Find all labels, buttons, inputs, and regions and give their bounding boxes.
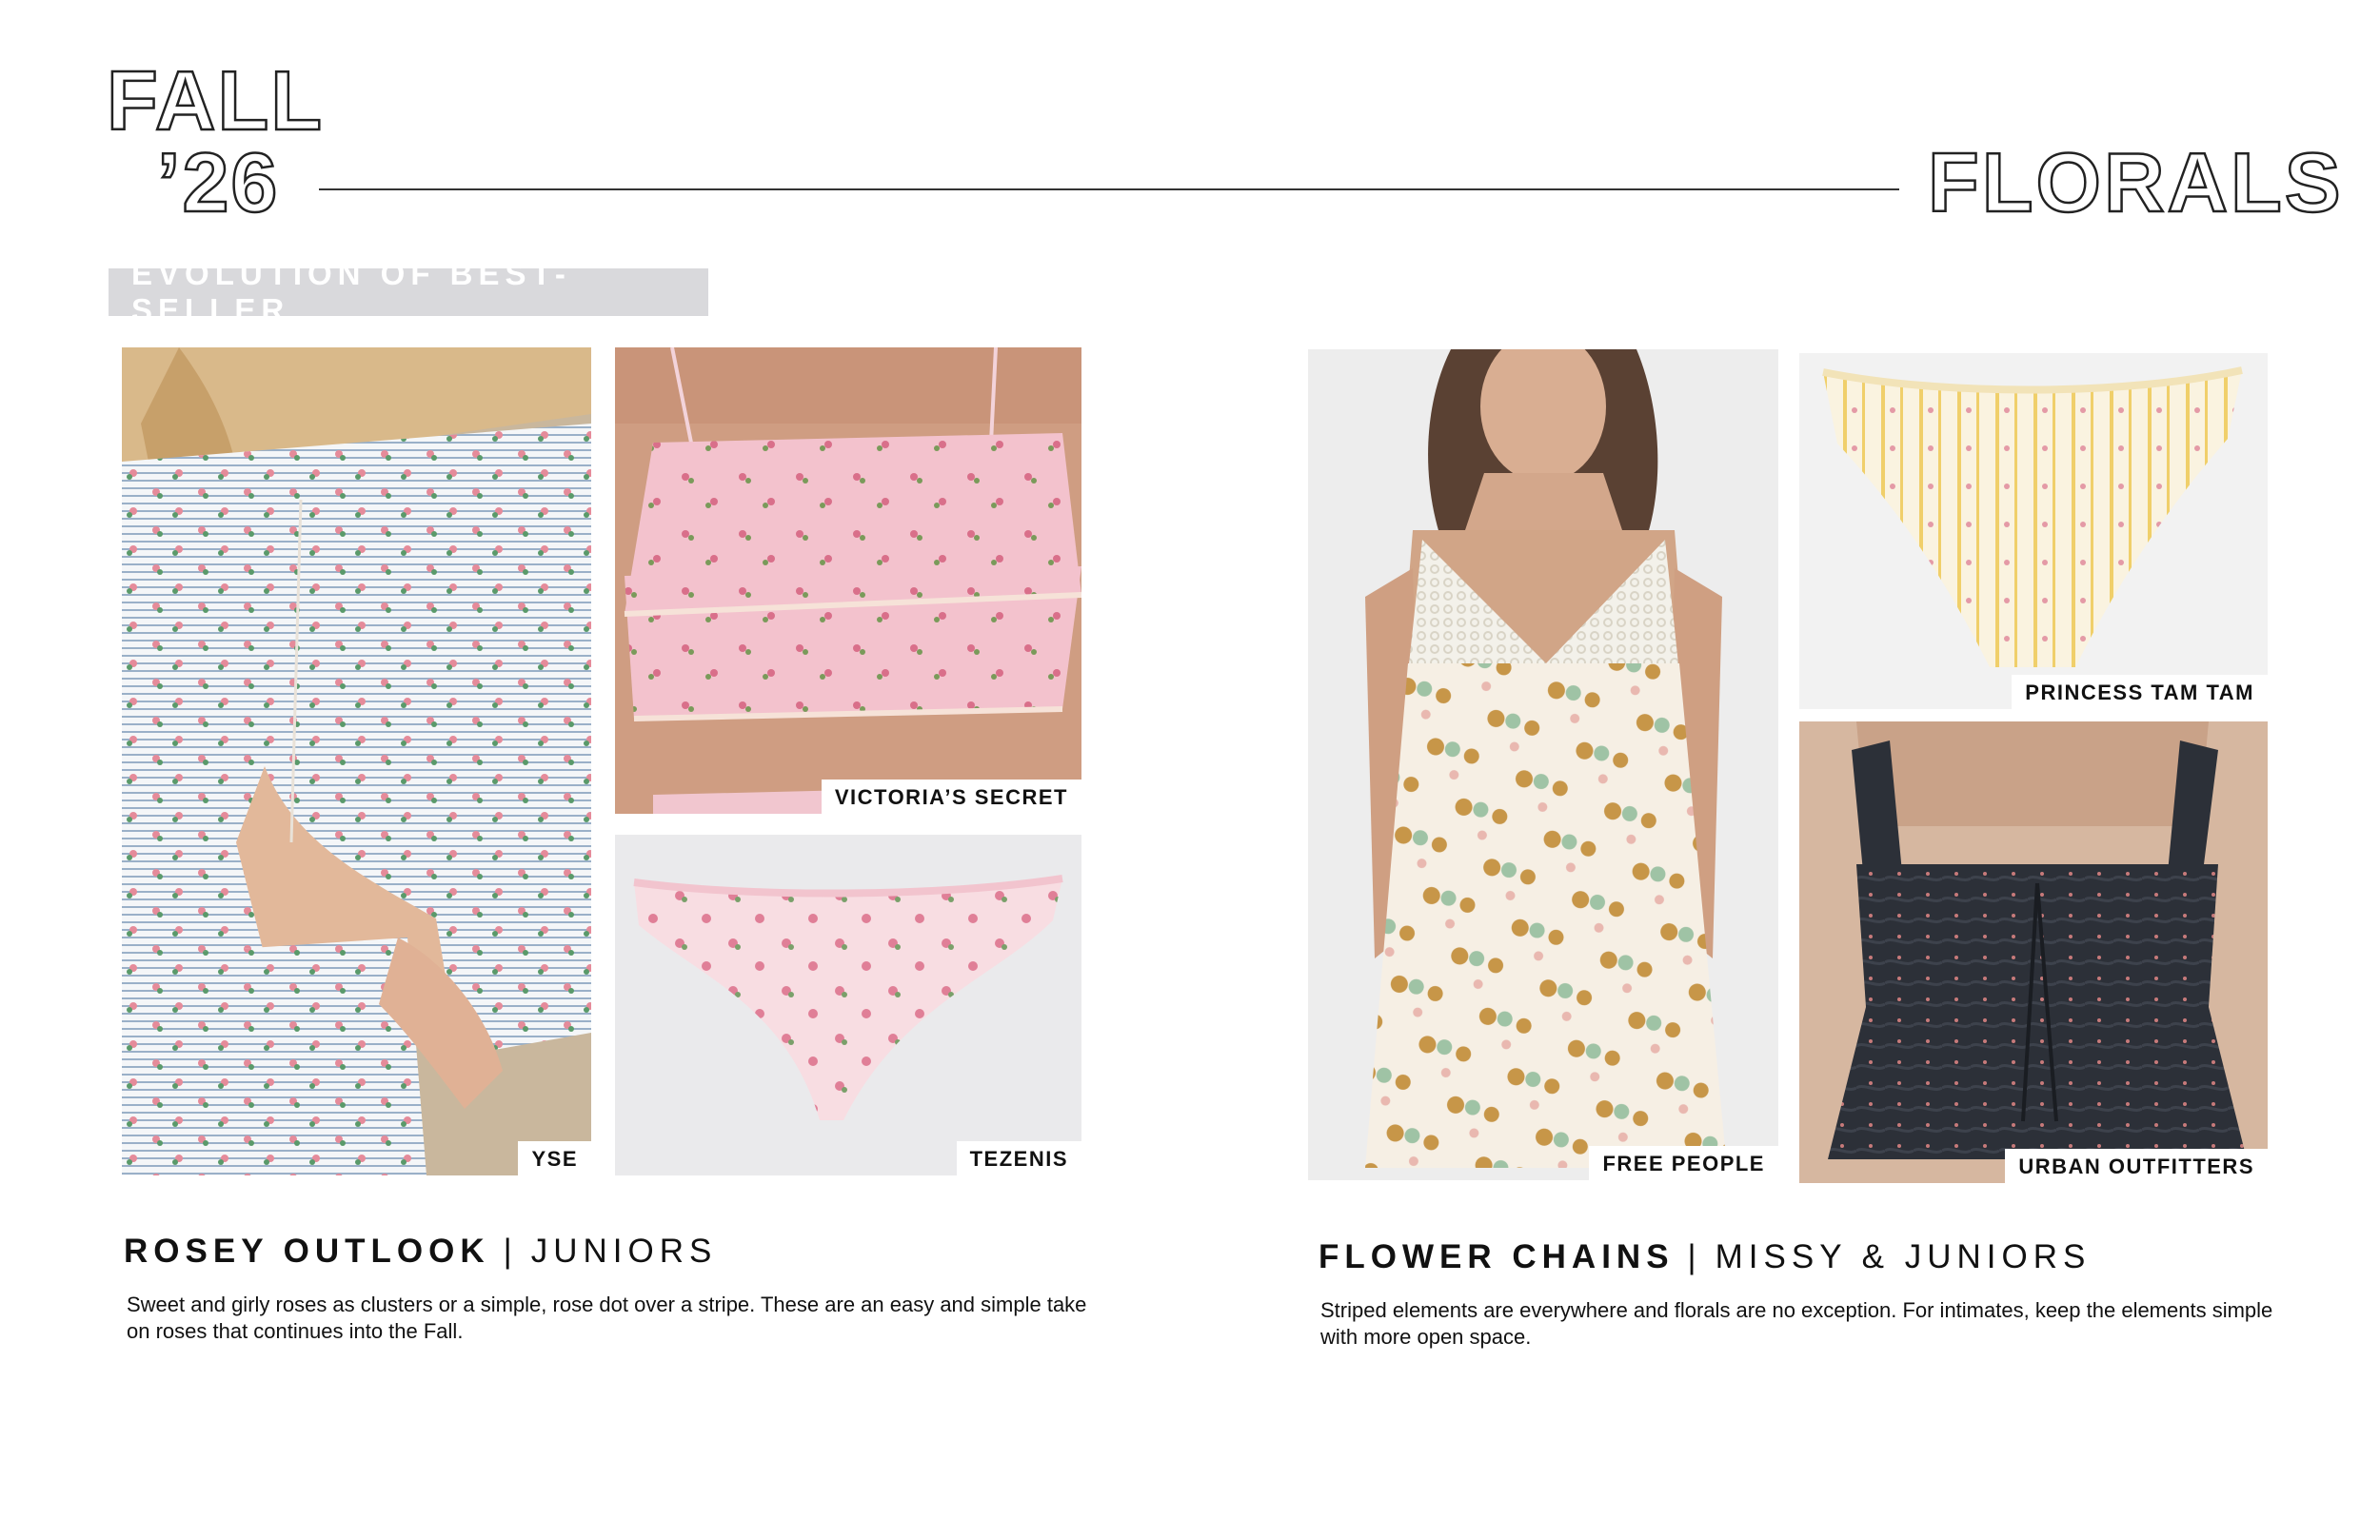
photo-princess-tam-tam-brief: PRINCESS TAM TAM [1799,353,2268,709]
photo-victorias-secret-top: VICTORIA’S SECRET [615,347,1081,814]
brand-label-victorias-secret: VICTORIA’S SECRET [821,780,1081,814]
title-separator: | [503,1233,518,1270]
story-title-flower-chains: FLOWER CHAINS | MISSY & JUNIORS [1319,1238,2091,1276]
season-title-fall: FALL [106,53,324,148]
photo-yse-cardigan: YSE [122,347,591,1175]
cardigan-photo-icon [122,347,591,1175]
section-tag: EVOLUTION OF BEST-SELLER [109,256,708,327]
ruffle-top-photo-icon [615,347,1081,814]
season-title-year: ’26 [156,135,280,229]
brand-label-princess-tam-tam: PRINCESS TAM TAM [2012,675,2268,709]
title-separator: | [1687,1238,1702,1275]
photo-urban-outfitters-top: URBAN OUTFITTERS [1799,721,2268,1183]
brand-label-yse: YSE [518,1141,591,1175]
header-divider [319,188,1899,190]
section-tag-label: EVOLUTION OF BEST-SELLER [131,256,571,327]
story-title-rosey-outlook: ROSEY OUTLOOK | JUNIORS [124,1233,717,1271]
story-category: MISSY & JUNIORS [1715,1238,2092,1275]
story-description: Striped elements are everywhere and flor… [1320,1298,2273,1349]
theme-title: FLORALS [1927,135,2344,229]
photo-tezenis-thong: TEZENIS [615,835,1081,1175]
story-name: ROSEY OUTLOOK [124,1233,490,1270]
slip-dress-photo-icon [1308,349,1778,1180]
brand-label-urban-outfitters: URBAN OUTFITTERS [2005,1149,2268,1183]
story-name: FLOWER CHAINS [1319,1238,1675,1275]
brand-label-tezenis: TEZENIS [956,1141,1081,1175]
story-category: JUNIORS [530,1233,718,1270]
thong-photo-icon [615,835,1081,1175]
story-description: Sweet and girly roses as clusters or a s… [127,1293,1087,1343]
photo-free-people-dress: FREE PEOPLE [1308,349,1778,1180]
brand-label-free-people: FREE PEOPLE [1589,1146,1778,1180]
ruched-top-photo-icon [1799,721,2268,1183]
brief-photo-icon [1799,353,2268,709]
